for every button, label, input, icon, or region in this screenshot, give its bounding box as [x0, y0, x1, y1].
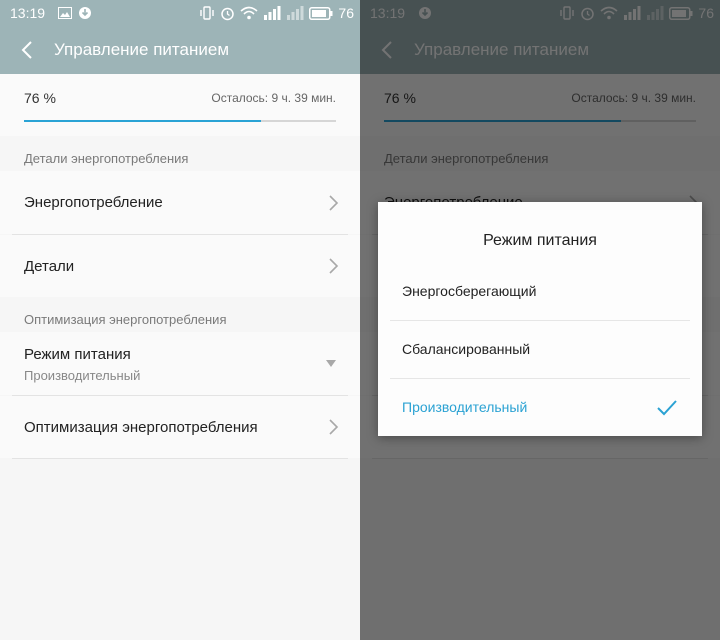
settings-screen-with-dialog: 13:19 76 Управление питанием 76 % Остало… [360, 0, 720, 640]
list-item-label: Детали [24, 258, 75, 275]
dropdown-triangle-icon [326, 360, 336, 367]
battery-level-text: 76 [338, 5, 354, 21]
screenshot-pair: 13:19 76 Управление питанием 76 % Остало… [0, 0, 720, 640]
battery-remaining: Осталось: 9 ч. 39 мин. [211, 91, 336, 105]
option-balanced[interactable]: Сбалансированный [378, 321, 702, 379]
wifi-icon [240, 6, 258, 20]
download-icon [79, 7, 91, 19]
chevron-right-icon [329, 258, 339, 274]
list-item-details[interactable]: Детали [0, 235, 360, 297]
status-bar: 13:19 76 [0, 0, 360, 26]
chevron-right-icon [329, 419, 339, 435]
list-item-value: Производительный [24, 368, 141, 383]
option-label: Производительный [402, 399, 528, 415]
power-mode-dialog: Режим питания Энергосберегающий Сбаланси… [378, 202, 702, 436]
battery-percent: 76 % [24, 90, 56, 106]
option-label: Сбалансированный [402, 341, 531, 357]
settings-screen: 13:19 76 Управление питанием 76 % Остало… [0, 0, 360, 640]
dialog-title: Режим питания [483, 232, 597, 249]
battery-summary: 76 % Осталось: 9 ч. 39 мин. [0, 74, 360, 136]
checkmark-icon [657, 400, 677, 416]
signal-icon [264, 6, 281, 20]
list-item-optimization[interactable]: Оптимизация энергопотребления [0, 396, 360, 458]
option-power-saving[interactable]: Энергосберегающий [378, 263, 702, 321]
status-time: 13:19 [10, 5, 46, 21]
section-header-details: Детали энергопотребления [24, 151, 189, 166]
list-item-label: Энергопотребление [24, 194, 163, 211]
chevron-right-icon [329, 195, 339, 211]
section-header-optimization: Оптимизация энергопотребления [24, 312, 227, 327]
app-bar: Управление питанием [0, 26, 360, 74]
divider [12, 458, 348, 459]
list-item-power-mode[interactable]: Режим питания Производительный [0, 332, 360, 395]
back-arrow-icon[interactable] [16, 38, 40, 62]
battery-icon [309, 6, 333, 20]
signal-2-icon [287, 6, 304, 20]
image-icon [58, 7, 72, 19]
list-item-consumption[interactable]: Энергопотребление [0, 171, 360, 234]
option-performance[interactable]: Производительный [378, 379, 702, 437]
page-title: Управление питанием [54, 40, 230, 59]
list-item-label: Оптимизация энергопотребления [24, 419, 258, 436]
battery-progress-fill [24, 120, 262, 122]
battery-progress-bar [24, 120, 336, 122]
alarm-icon [221, 7, 235, 20]
vibrate-icon [200, 6, 215, 20]
option-label: Энергосберегающий [402, 283, 537, 299]
list-item-label: Режим питания [24, 346, 131, 363]
